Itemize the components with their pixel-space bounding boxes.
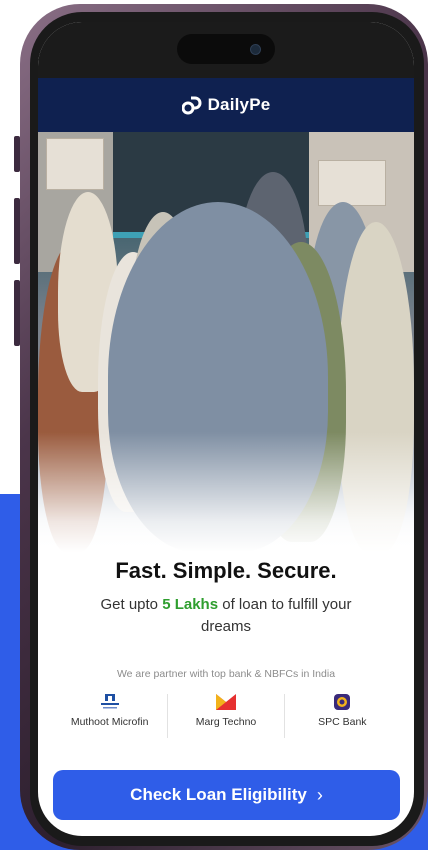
muthoot-logo-icon bbox=[99, 694, 121, 710]
partner-item: Muthoot Microfin bbox=[52, 694, 169, 738]
headline: Fast. Simple. Secure. bbox=[115, 558, 337, 583]
phone-screen: DailyPe Fast. Simple. Secure. Get upto 5… bbox=[38, 22, 414, 836]
chevron-right-icon: › bbox=[316, 784, 323, 805]
hero-poster bbox=[318, 160, 386, 206]
marg-logo-icon bbox=[215, 694, 237, 710]
hero-image bbox=[38, 132, 414, 552]
partner-item: SPC Bank bbox=[285, 694, 400, 738]
dailype-logo-icon bbox=[181, 96, 202, 115]
partner-name: SPC Bank bbox=[318, 716, 367, 728]
partner-note: We are partner with top bank & NBFCs in … bbox=[116, 668, 336, 680]
subheadline-prefix: Get upto bbox=[100, 596, 159, 613]
status-bar bbox=[38, 22, 414, 78]
cta-label: Check Loan Eligibility bbox=[130, 785, 307, 804]
check-loan-eligibility-button[interactable]: Check Loan Eligibility › bbox=[53, 770, 400, 820]
hero-poster bbox=[46, 138, 104, 190]
subheadline: Get upto 5 Lakhs of loan to fulfill your… bbox=[98, 594, 354, 638]
app-header: DailyPe bbox=[38, 78, 414, 132]
hero-fade bbox=[38, 432, 414, 552]
subheadline-suffix: of loan to fulfill your dreams bbox=[200, 596, 352, 635]
partner-list: Muthoot Microfin Marg Techno SPC Bank bbox=[52, 694, 400, 738]
partner-name: Marg Techno bbox=[195, 716, 257, 728]
loan-amount-highlight: 5 Lakhs bbox=[162, 596, 219, 613]
camera-icon bbox=[250, 44, 261, 55]
partner-name: Muthoot Microfin bbox=[70, 716, 149, 728]
partner-item: Marg Techno bbox=[168, 694, 285, 738]
spc-bank-logo-icon bbox=[331, 694, 353, 710]
app-title: DailyPe bbox=[207, 95, 271, 114]
